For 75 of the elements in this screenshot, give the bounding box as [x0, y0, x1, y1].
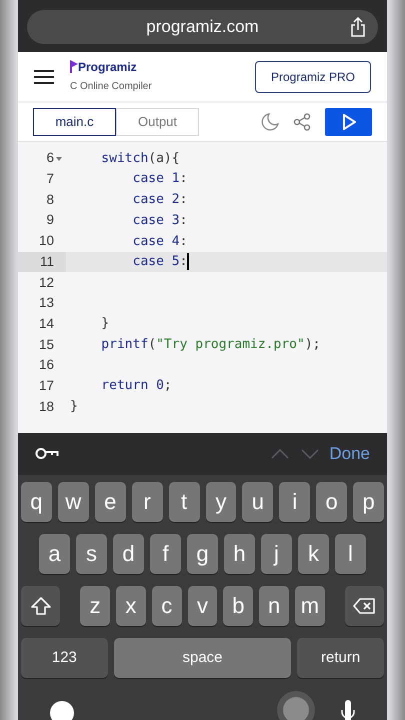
keyboard-key[interactable]: h: [224, 534, 255, 574]
code-line[interactable]: switch(a){: [70, 148, 180, 168]
line-number: 8: [46, 190, 54, 209]
line-number: 11: [40, 252, 54, 271]
moon-icon[interactable]: [261, 113, 279, 132]
logo-icon: [70, 60, 78, 73]
logo-text: Programiz: [78, 60, 137, 73]
touch-indicator-icon: [276, 690, 316, 720]
keyboard-key[interactable]: b: [223, 586, 254, 626]
line-number: 15: [38, 336, 54, 354]
keyboard-key[interactable]: l: [335, 534, 366, 574]
code-line[interactable]: }: [70, 397, 78, 416]
pro-button[interactable]: Programiz PRO: [254, 60, 371, 93]
keyboard-key[interactable]: k: [298, 534, 329, 574]
text-cursor: [187, 253, 190, 270]
line-number: 7: [46, 170, 54, 188]
share-icon[interactable]: [293, 113, 311, 132]
keyboard-key[interactable]: g: [187, 534, 218, 574]
return-key[interactable]: return: [297, 638, 384, 678]
play-icon: [342, 114, 356, 130]
code-line[interactable]: case 4:: [70, 232, 188, 251]
keyboard-key[interactable]: m: [295, 586, 325, 626]
keyboard-key[interactable]: n: [259, 586, 290, 626]
space-key[interactable]: space: [114, 638, 292, 678]
code-line[interactable]: case 2:: [70, 190, 188, 210]
line-number: 16: [38, 356, 54, 374]
keyboard-key[interactable]: y: [206, 482, 236, 522]
keyboard-key[interactable]: p: [353, 482, 384, 522]
keyboard-key[interactable]: i: [279, 482, 310, 522]
code-line[interactable]: return 0;: [70, 376, 172, 396]
keyboard-key[interactable]: q: [20, 482, 52, 522]
keyboard-key[interactable]: z: [80, 586, 110, 626]
code-line[interactable]: case 1:: [70, 169, 188, 189]
delete-key[interactable]: [344, 586, 384, 626]
fold-caret-icon[interactable]: [56, 156, 62, 160]
line-number: 10: [38, 232, 54, 250]
address-bar[interactable]: programiz.com: [27, 10, 378, 44]
line-number: 6: [46, 149, 54, 168]
keyboard-key[interactable]: v: [188, 586, 218, 626]
keyboard-key[interactable]: d: [113, 534, 144, 574]
line-number: 14: [38, 314, 54, 333]
share-icon[interactable]: [350, 17, 366, 37]
menu-icon[interactable]: [34, 68, 54, 85]
keyboard-key[interactable]: o: [316, 482, 348, 522]
numbers-key[interactable]: 123: [21, 638, 108, 678]
compiler-subtitle: C Online Compiler: [70, 80, 152, 94]
code-line[interactable]: }: [70, 314, 110, 334]
file-tab[interactable]: main.c: [33, 108, 116, 136]
backspace-icon: [353, 598, 376, 614]
keyboard-key[interactable]: w: [58, 482, 89, 522]
done-button[interactable]: Done: [329, 441, 370, 467]
keyboard-key[interactable]: s: [76, 534, 107, 574]
key-icon[interactable]: [35, 447, 59, 460]
keyboard-key[interactable]: j: [261, 534, 292, 574]
emoji-icon[interactable]: [49, 700, 75, 720]
code-line[interactable]: case 3:: [70, 210, 188, 230]
url-text: programiz.com: [146, 16, 259, 38]
keyboard-key[interactable]: a: [39, 534, 70, 574]
run-button[interactable]: [325, 108, 372, 136]
line-number: 9: [46, 211, 54, 230]
line-number: 12: [38, 274, 54, 292]
line-number: 13: [38, 294, 54, 312]
keyboard-key[interactable]: f: [150, 534, 181, 574]
file-tab[interactable]: Output: [116, 108, 199, 136]
line-number: 17: [38, 376, 54, 395]
keyboard-key[interactable]: c: [152, 586, 182, 626]
keyboard-key[interactable]: r: [132, 482, 163, 522]
keyboard-key[interactable]: u: [242, 482, 274, 522]
keyboard-key[interactable]: t: [168, 482, 200, 522]
shift-arrow-icon: [30, 596, 51, 615]
code-line[interactable]: printf("Try programiz.pro");: [70, 334, 320, 354]
line-number: 18: [38, 398, 54, 416]
keyboard-key[interactable]: x: [116, 586, 146, 626]
shift-key[interactable]: [21, 586, 60, 626]
keyboard-key[interactable]: e: [94, 482, 126, 522]
